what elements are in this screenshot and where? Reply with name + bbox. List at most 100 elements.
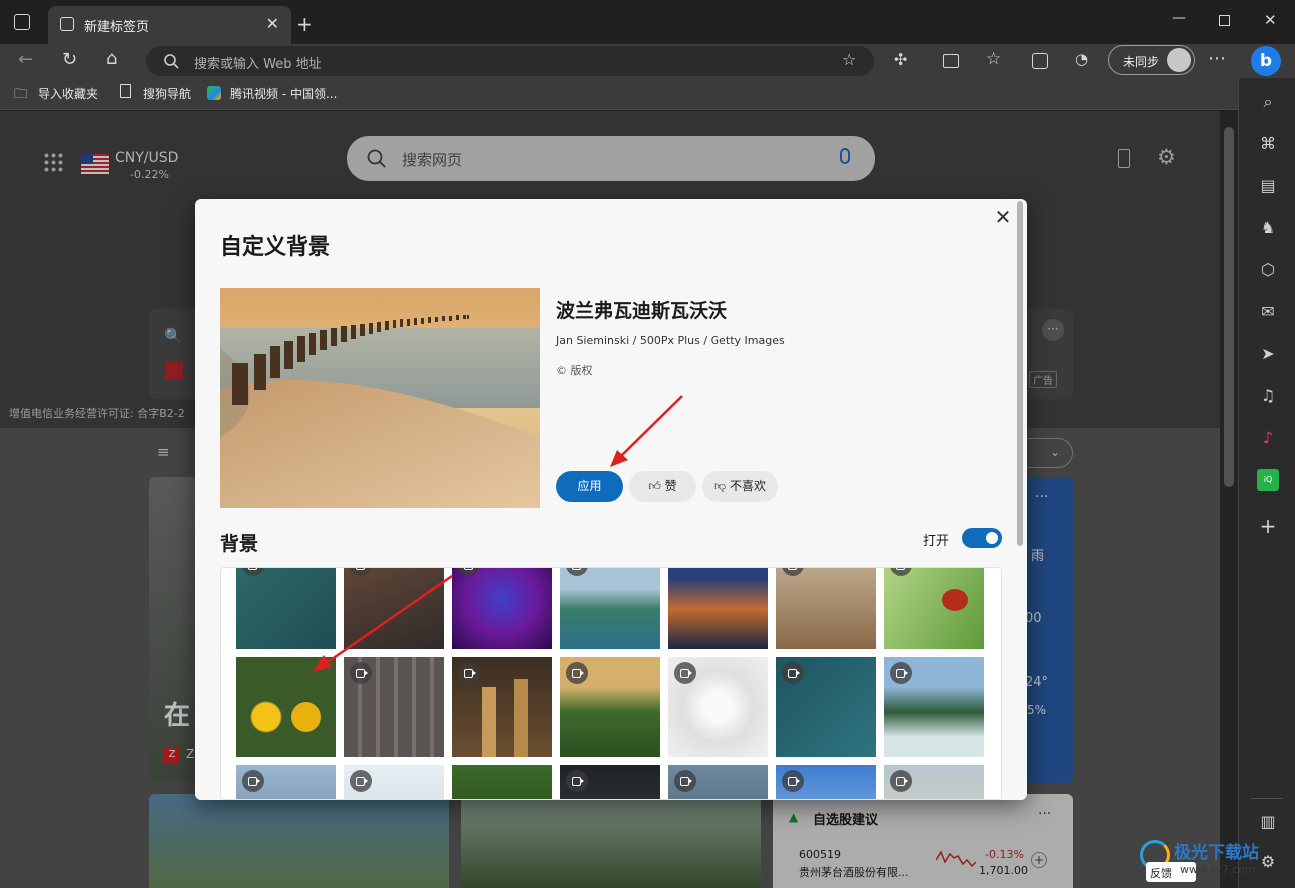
collections-icon[interactable]: [1032, 53, 1048, 69]
video-icon: [890, 568, 912, 576]
outlook-icon[interactable]: ✉: [1257, 301, 1279, 323]
split-screen-icon[interactable]: [943, 54, 959, 68]
dialog-scrollbar[interactable]: [1017, 201, 1023, 546]
refresh-button[interactable]: ↻: [62, 49, 77, 70]
close-icon[interactable]: ✕: [991, 205, 1015, 229]
avatar: [1167, 48, 1191, 72]
settings-gear-icon[interactable]: ⚙: [1257, 851, 1279, 873]
like-label: 赞: [664, 479, 677, 493]
bookmark-import[interactable]: 导入收藏夹: [38, 85, 98, 102]
watermark-logo: 极光下载站 www.xz7.com 反馈: [1140, 830, 1259, 885]
background-thumbnail[interactable]: [560, 568, 660, 649]
add-favorite-icon[interactable]: ☆: [842, 50, 856, 69]
video-icon: [782, 662, 804, 684]
bell-icon[interactable]: ♫: [1257, 385, 1279, 407]
profile-button[interactable]: 未同步: [1108, 45, 1195, 75]
edge-sidebar: ⌕ ⌘ ▤ ♞ ⬡ ✉ ➤ ♫ ♪ iQ + ▥ ⚙: [1238, 78, 1295, 888]
sidebar-divider: [1251, 798, 1283, 799]
watermark-brand: 极光下载站: [1174, 843, 1259, 863]
tab-actions-icon[interactable]: [14, 14, 30, 30]
background-thumbnail[interactable]: [236, 568, 336, 649]
add-app-icon[interactable]: +: [1257, 515, 1279, 537]
video-icon: [890, 662, 912, 684]
video-icon: [782, 568, 804, 576]
background-thumbnail[interactable]: [344, 765, 444, 799]
background-thumbnail[interactable]: [452, 765, 552, 799]
maximize-button[interactable]: [1219, 15, 1230, 26]
toolbar: ← ↻ ⌂ 搜索或输入 Web 地址 ☆ ✣ ☆ ◔ 未同步 ⋯ b: [0, 44, 1295, 78]
background-thumbnail[interactable]: [560, 657, 660, 757]
background-thumbnail[interactable]: [236, 657, 336, 757]
image-credit: Jan Sieminski / 500Px Plus / Getty Image…: [556, 334, 785, 347]
favorites-icon[interactable]: ☆: [986, 49, 1001, 69]
background-thumbnail[interactable]: [668, 657, 768, 757]
toggle-knob: [986, 532, 998, 544]
address-bar[interactable]: 搜索或输入 Web 地址 ☆: [146, 46, 874, 76]
video-icon: [674, 662, 696, 684]
copilot-icon[interactable]: ⬡: [1257, 259, 1279, 281]
background-thumbnail[interactable]: [560, 765, 660, 799]
search-icon: [164, 54, 179, 69]
search-icon[interactable]: ⌕: [1257, 91, 1279, 113]
minimize-button[interactable]: —: [1172, 10, 1186, 26]
background-thumbnail[interactable]: [344, 657, 444, 757]
address-placeholder: 搜索或输入 Web 地址: [194, 57, 322, 72]
sunflower: [291, 702, 321, 732]
background-thumbnail[interactable]: [884, 568, 984, 649]
video-icon: [350, 662, 372, 684]
page-icon: [120, 84, 131, 98]
thumbs-up-icon: 👍︎: [648, 479, 665, 493]
background-thumbnail[interactable]: [236, 765, 336, 799]
send-icon[interactable]: ➤: [1257, 343, 1279, 365]
apply-button[interactable]: 应用: [556, 471, 623, 502]
tab-title: 新建标签页: [84, 20, 150, 35]
background-thumbnail[interactable]: [884, 765, 984, 799]
background-thumbnail[interactable]: [776, 765, 876, 799]
sidebar-toggle-icon[interactable]: ▥: [1257, 811, 1279, 833]
background-thumbnail[interactable]: [776, 657, 876, 757]
iqiyi-icon[interactable]: iQ: [1257, 469, 1279, 491]
tab-new-tab[interactable]: 新建标签页 ✕: [48, 6, 291, 44]
bookmark-sogou[interactable]: 搜狗导航: [143, 85, 191, 102]
dislike-button[interactable]: 👎︎ 不喜欢: [702, 471, 778, 502]
video-icon: [242, 770, 264, 792]
games-icon[interactable]: ♞: [1257, 217, 1279, 239]
video-icon: [458, 568, 480, 576]
background-thumbnail[interactable]: [776, 568, 876, 649]
tools-icon[interactable]: ▤: [1257, 175, 1279, 197]
new-tab-page-icon: [60, 17, 74, 31]
image-title: 波兰弗瓦迪斯瓦沃沃: [556, 300, 728, 322]
watermark-site: www.xz7.com: [1180, 863, 1256, 876]
close-window-button[interactable]: ✕: [1264, 11, 1277, 29]
tiktok-icon[interactable]: ♪: [1257, 427, 1279, 449]
tab-close-icon[interactable]: ✕: [266, 14, 279, 33]
video-icon: [674, 770, 696, 792]
background-toggle[interactable]: [962, 528, 1002, 548]
back-button[interactable]: ←: [18, 49, 33, 70]
background-thumbnail[interactable]: [668, 765, 768, 799]
like-button[interactable]: 👍︎ 赞: [629, 471, 696, 502]
video-icon: [350, 770, 372, 792]
backgrounds-heading: 背景: [220, 533, 259, 555]
new-tab-button[interactable]: +: [296, 12, 313, 36]
shopping-tag-icon[interactable]: ⌘: [1257, 133, 1279, 155]
background-thumbnail[interactable]: [344, 568, 444, 649]
copyright-link[interactable]: © 版权: [556, 362, 593, 378]
toggle-label: 打开: [923, 534, 950, 549]
video-icon: [566, 568, 588, 576]
background-thumbnail[interactable]: [884, 657, 984, 757]
performance-icon[interactable]: ◔: [1075, 50, 1088, 68]
home-button[interactable]: ⌂: [106, 48, 117, 69]
giraffe: [482, 687, 496, 757]
tab-strip: 新建标签页 ✕ + — ✕: [0, 0, 1295, 44]
feedback-label[interactable]: 反馈: [1150, 865, 1172, 881]
background-thumbnail[interactable]: [668, 568, 768, 649]
background-thumbnail-grid[interactable]: [220, 567, 1002, 800]
background-thumbnail[interactable]: [452, 657, 552, 757]
bookmark-tencent-video[interactable]: 腾讯视频 - 中国领...: [230, 85, 337, 102]
extensions-icon[interactable]: ✣: [894, 50, 907, 69]
bing-copilot-icon[interactable]: b: [1251, 46, 1281, 76]
ladybug: [942, 589, 968, 611]
background-thumbnail[interactable]: [452, 568, 552, 649]
more-menu-icon[interactable]: ⋯: [1208, 48, 1226, 69]
